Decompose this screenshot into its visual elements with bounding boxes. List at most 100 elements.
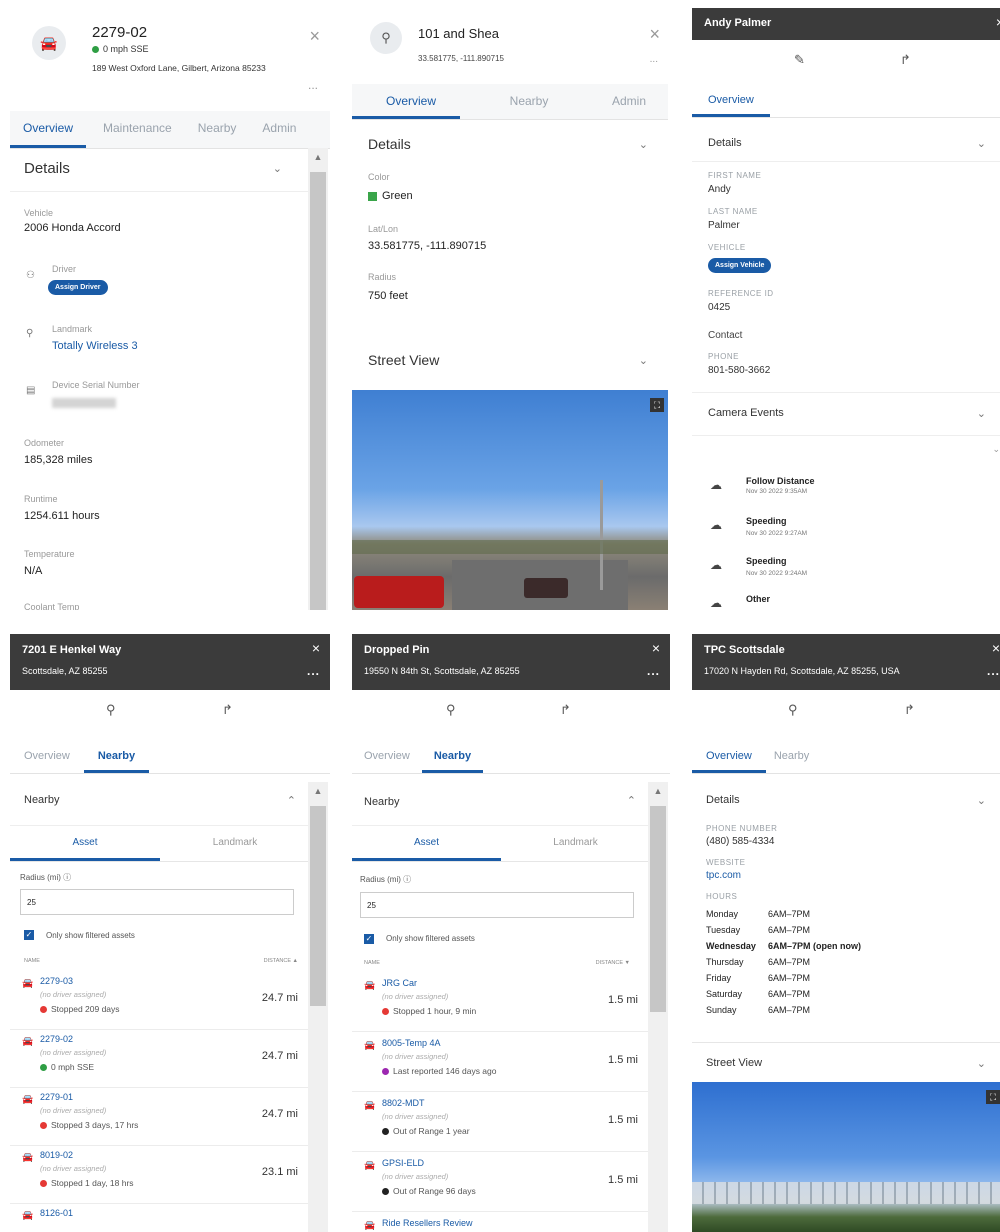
website-link[interactable]: tpc.com [706,870,741,881]
close-icon[interactable]: × [996,14,1000,30]
tab-overview[interactable]: Overview [10,111,87,148]
asset-name[interactable]: GPSI-ELD [382,1158,424,1168]
filter-chevron-icon[interactable]: ⌄ [992,444,1000,455]
list-item[interactable]: 🚘 2279-02 (no driver assigned) 0 mph SSE… [10,1030,310,1088]
tab-nearby[interactable]: Nearby [185,111,250,148]
street-view-header[interactable]: Street View ⌄ [692,1042,1000,1082]
asset-name[interactable]: 2279-02 [40,1034,73,1044]
tab-overview[interactable]: Overview [352,84,461,119]
nearby-header[interactable]: Nearby ⌃ [352,782,650,826]
radius-input[interactable]: 25 [20,889,294,915]
street-view-image[interactable]: ⛶ [692,1082,1000,1232]
asset-name[interactable]: 2279-01 [40,1092,73,1102]
more-icon[interactable]: ... [647,664,660,678]
filter-checkbox[interactable]: ✓ [364,934,374,944]
distance-column-header[interactable]: DISTANCE ▲ [264,958,298,964]
details-header[interactable]: Details ⌄ [692,782,1000,818]
more-icon[interactable]: ... [650,54,658,65]
tab-overview[interactable]: Overview [692,86,770,117]
landmark-tabs: Overview Nearby Admin [352,84,668,120]
radius-input[interactable]: 25 [360,892,634,918]
camera-events-header[interactable]: Camera Events ⌄ [692,392,1000,436]
share-icon[interactable]: ↱ [900,52,911,68]
fullscreen-icon[interactable]: ⛶ [650,398,664,412]
distance-column-header[interactable]: DISTANCE ▼ [596,960,630,966]
tab-overview[interactable]: Overview [10,742,84,773]
scroll-thumb[interactable] [310,172,326,610]
scrollbar[interactable]: ▲ [308,782,328,1232]
fullscreen-icon[interactable]: ⛶ [986,1090,1000,1104]
asset-name[interactable]: JRG Car [382,978,417,988]
camera-event-item[interactable]: ☁ Speeding Nov 30 2022 9:24AM [692,554,1000,590]
name-column-header[interactable]: NAME [24,958,40,964]
asset-name[interactable]: 8802-MDT [382,1098,425,1108]
asset-status: 0 mph SSE [40,1062,94,1072]
chevron-down-icon[interactable]: ⌄ [639,354,648,367]
subtab-landmark[interactable]: Landmark [160,828,310,861]
scrollbar[interactable]: ▲ [648,782,668,1232]
close-icon[interactable]: × [992,640,1000,656]
list-item[interactable]: 🚘 2279-01 (no driver assigned) Stopped 3… [10,1088,310,1146]
close-icon[interactable]: × [309,26,320,47]
assign-vehicle-button[interactable]: Assign Vehicle [708,258,772,273]
list-item[interactable]: 🚘 8005-Temp 4A (no driver assigned) Last… [352,1034,650,1092]
tab-overview[interactable]: Overview [692,742,766,773]
tab-admin[interactable]: Admin [249,111,309,148]
scroll-up-icon[interactable]: ▲ [308,786,328,796]
scroll-thumb[interactable] [650,806,666,1012]
asset-name[interactable]: Ride Resellers Review [382,1218,473,1228]
asset-name[interactable]: 8019-02 [40,1150,73,1160]
subtab-asset[interactable]: Asset [10,828,160,861]
car-icon: 🚘 [22,1094,34,1104]
list-item[interactable]: 🚘 8126-01 [10,1204,310,1232]
details-header[interactable]: Details ⌄ [10,148,310,192]
close-icon[interactable]: × [649,24,660,45]
assign-driver-button[interactable]: Assign Driver [48,280,108,295]
share-icon[interactable]: ↱ [222,702,233,718]
subtab-asset[interactable]: Asset [352,828,501,861]
landmark-add-icon[interactable]: ⚲ [106,702,116,718]
landmark-link[interactable]: Totally Wireless 3 [52,340,138,352]
details-header[interactable]: Details ⌄ [692,126,1000,162]
scroll-thumb[interactable] [310,806,326,1006]
camera-event-item[interactable]: ☁ Other [692,592,1000,610]
tab-nearby[interactable]: Nearby [496,84,563,119]
list-item[interactable]: 🚘 2279-03 (no driver assigned) Stopped 2… [10,972,310,1030]
landmark-add-icon[interactable]: ⚲ [788,702,798,718]
more-icon[interactable]: ... [987,664,1000,678]
scroll-up-icon[interactable]: ▲ [648,786,668,796]
share-icon[interactable]: ↱ [560,702,571,718]
tab-admin[interactable]: Admin [598,84,668,119]
street-view-image[interactable]: ⛶ [352,390,668,610]
close-icon[interactable]: × [312,640,320,656]
tab-nearby[interactable]: Nearby [421,742,484,773]
filter-checkbox[interactable]: ✓ [24,930,34,940]
asset-name[interactable]: 8126-01 [40,1208,73,1218]
tab-nearby[interactable]: Nearby [83,742,150,773]
share-icon[interactable]: ↱ [904,702,915,718]
more-icon[interactable]: ... [308,78,318,92]
list-item[interactable]: 🚘 8802-MDT (no driver assigned) Out of R… [352,1094,650,1152]
more-icon[interactable]: ... [307,664,320,678]
list-item[interactable]: 🚘 Ride Resellers Review [352,1214,650,1232]
chevron-down-icon[interactable]: ⌄ [639,138,648,151]
camera-event-item[interactable]: ☁ Speeding Nov 30 2022 9:27AM [692,514,1000,550]
subtab-landmark[interactable]: Landmark [501,828,650,861]
asset-distance: 1.5 mi [608,994,638,1006]
scroll-up-icon[interactable]: ▲ [308,152,328,162]
nearby-header[interactable]: Nearby ⌃ [10,782,310,826]
tab-overview[interactable]: Overview [352,742,422,773]
camera-event-item[interactable]: ☁ Follow Distance Nov 30 2022 9:35AM [692,474,1000,510]
name-column-header[interactable]: NAME [364,960,380,966]
asset-name[interactable]: 8005-Temp 4A [382,1038,441,1048]
scrollbar[interactable]: ▲ [308,148,328,610]
tab-maintenance[interactable]: Maintenance [90,111,185,148]
list-item[interactable]: 🚘 JRG Car (no driver assigned) Stopped 1… [352,974,650,1032]
list-item[interactable]: 🚘 8019-02 (no driver assigned) Stopped 1… [10,1146,310,1204]
tab-nearby[interactable]: Nearby [766,742,817,773]
landmark-add-icon[interactable]: ⚲ [446,702,456,718]
asset-name[interactable]: 2279-03 [40,976,73,986]
list-item[interactable]: 🚘 GPSI-ELD (no driver assigned) Out of R… [352,1154,650,1212]
close-icon[interactable]: × [652,640,660,656]
edit-icon[interactable]: ✎ [794,52,805,68]
